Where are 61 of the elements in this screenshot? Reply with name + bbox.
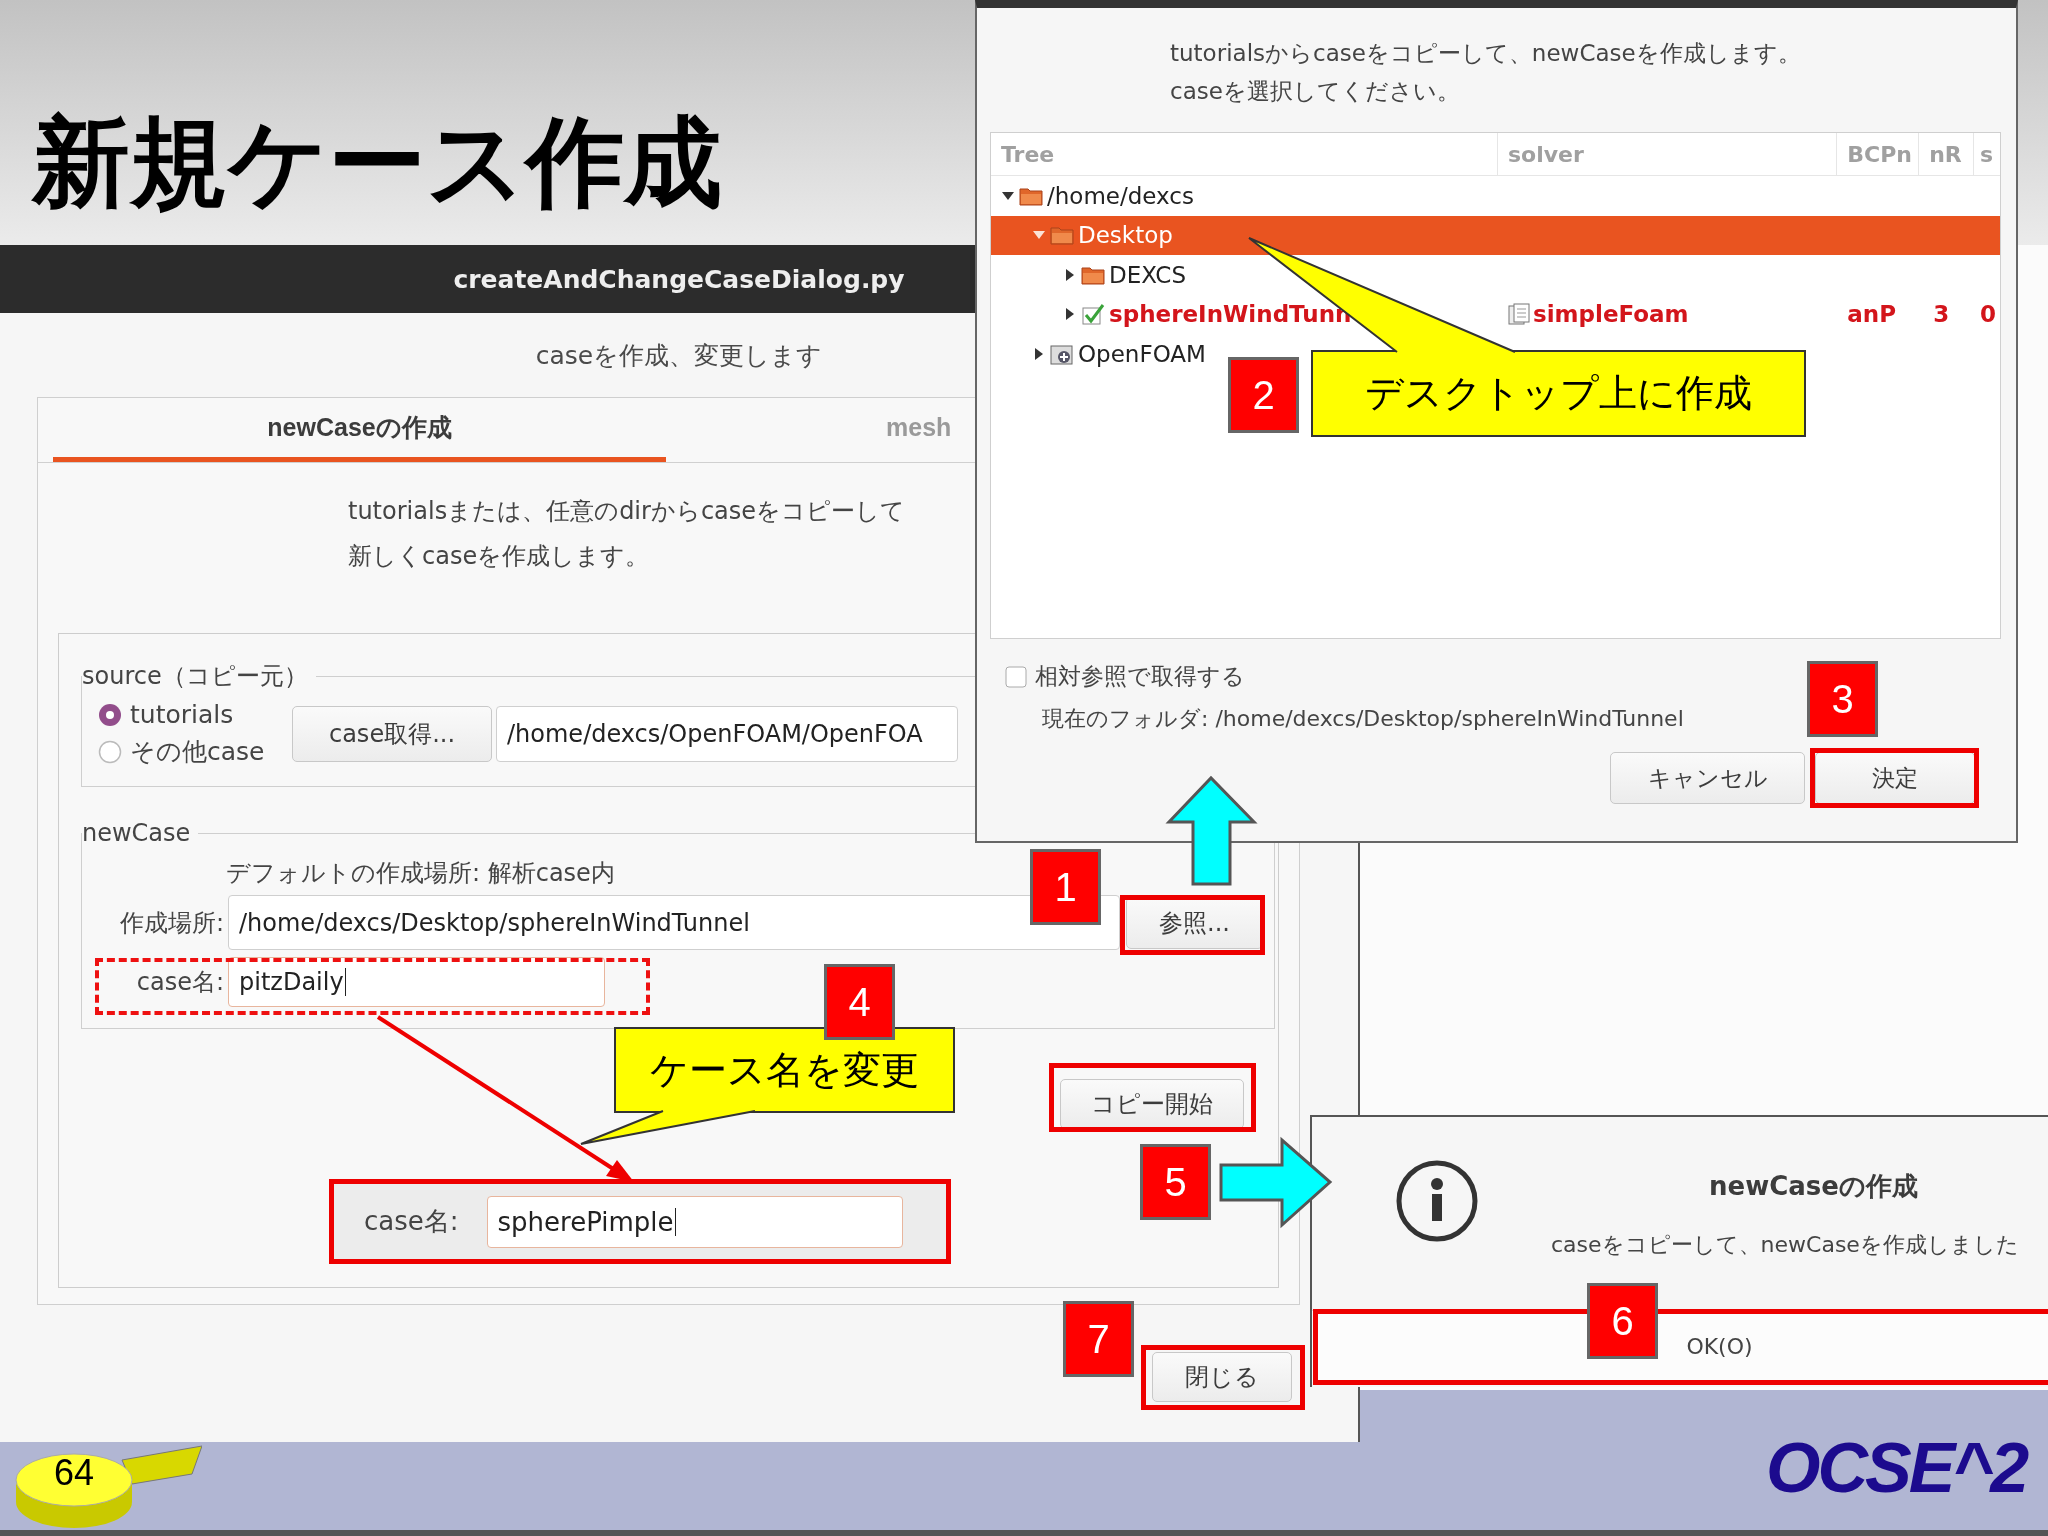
- current-folder-text: 現在のフォルダ: /home/dexcs/Desktop/sphereInWindTunnel: [1042, 705, 1685, 733]
- ok-button[interactable]: 決定: [1815, 752, 1975, 804]
- step-number: 6: [1587, 1283, 1658, 1359]
- instruction-text: caseを選択してください。: [1170, 77, 1461, 106]
- table-cell-text: 0: [1979, 301, 1998, 328]
- field-label: 作成場所:: [118, 907, 224, 939]
- slide-title: 新規ケース作成: [32, 104, 722, 221]
- close-button[interactable]: 閉じる: [1152, 1352, 1292, 1402]
- case-name-field[interactable]: spherePimple: [486, 1195, 903, 1248]
- logo: OCSE^2: [1766, 1428, 2027, 1508]
- group-label: source（コピー元）: [82, 661, 309, 692]
- table-cell: simpleFoam: [1533, 301, 1689, 328]
- page-number: 64: [54, 1452, 95, 1494]
- case-name-field[interactable]: pitzDaily: [228, 957, 605, 1007]
- group-label: newCase: [82, 819, 192, 847]
- radio-circle-icon: [98, 702, 122, 727]
- description-text: 新しくcaseを作成します。: [348, 541, 651, 572]
- window-title: createAndChangeCaseDialog.py: [453, 264, 905, 294]
- hint-text: デフォルトの作成場所: 解析case内: [226, 858, 615, 889]
- step-number: 7: [1063, 1301, 1134, 1377]
- message-text: caseをコピーして、newCaseを作成しました: [1551, 1231, 2019, 1259]
- step-number: 5: [1140, 1144, 1211, 1220]
- radio-option[interactable]: tutorials: [98, 700, 292, 729]
- step-number: 3: [1807, 661, 1878, 737]
- cancel-button[interactable]: キャンセル: [1610, 752, 1805, 804]
- field-label: case名:: [364, 1205, 459, 1238]
- checkbox[interactable]: 相対参照で取得する: [1005, 661, 1245, 692]
- tree-row[interactable]: Desktop: [991, 215, 2000, 255]
- tree-row[interactable]: DEXCS: [991, 255, 2000, 295]
- tree-row[interactable]: /home/dexcs: [991, 176, 2000, 216]
- step-number: 1: [1030, 849, 1101, 925]
- tab[interactable]: newCaseの作成: [53, 398, 666, 462]
- table-cell-text: anP: [1846, 301, 1898, 328]
- step-number: 2: [1228, 357, 1299, 433]
- step-number: 4: [824, 964, 895, 1040]
- tree-item-label: sphereInWindTunn: [1109, 301, 1352, 328]
- tree-item-label: OpenFOAM: [1078, 340, 1206, 367]
- document-icon: [1508, 303, 1531, 326]
- package-icon: [1050, 342, 1074, 365]
- folder-icon: [1019, 185, 1043, 206]
- source-path-field[interactable]: /home/dexcs/OpenFOAM/OpenFOA: [496, 706, 958, 762]
- tree-item-label: DEXCS: [1109, 261, 1186, 288]
- tree-item-label: /home/dexcs: [1047, 182, 1194, 209]
- tree-item-label: Desktop: [1078, 222, 1173, 249]
- checkbox-icon: [1005, 665, 1027, 688]
- copy-start-button[interactable]: コピー開始: [1060, 1079, 1244, 1129]
- folder-icon: [1081, 264, 1105, 285]
- description-text: tutorialsまたは、任意のdirからcaseをコピーして: [348, 496, 907, 527]
- field-label: case名:: [135, 967, 224, 998]
- subtitle: caseを作成、変更します: [535, 339, 823, 372]
- folder-icon: [1050, 225, 1074, 246]
- callout: デスクトップ上に作成: [1311, 350, 1806, 437]
- instruction-text: tutorialsからcaseをコピーして、newCaseを作成します。: [1170, 39, 1802, 68]
- get-case-button[interactable]: case取得...: [292, 706, 492, 762]
- radio-circle-icon: [98, 739, 122, 764]
- info-icon: [1395, 1159, 1479, 1243]
- table-cell-text: 3: [1932, 301, 1951, 328]
- up-arrow-icon: [1165, 775, 1258, 886]
- check-icon: [1081, 303, 1105, 326]
- message-title: newCaseの作成: [1709, 1170, 1918, 1203]
- radio-option[interactable]: その他case: [98, 735, 292, 768]
